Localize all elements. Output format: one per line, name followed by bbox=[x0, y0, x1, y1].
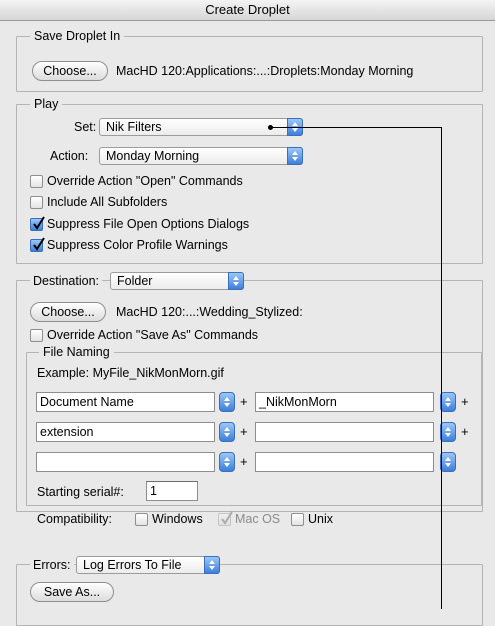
action-value: Monday Morning bbox=[106, 149, 200, 163]
errors-save-as-button[interactable]: Save As... bbox=[30, 582, 114, 602]
save-in-choose-button[interactable]: Choose... bbox=[32, 61, 108, 81]
annotation-pointer-vertical bbox=[441, 127, 442, 609]
compat-macos-label: Mac OS bbox=[235, 512, 281, 526]
set-value: Nik Filters bbox=[106, 120, 162, 134]
errors-label: Errors: bbox=[30, 557, 74, 573]
set-label: Set: bbox=[74, 120, 97, 134]
suppress-open-options-checkbox[interactable] bbox=[30, 216, 45, 231]
destination-popup-arrows-icon bbox=[228, 272, 244, 290]
checkmark-icon bbox=[221, 511, 233, 525]
naming-row3-left-field[interactable] bbox=[36, 452, 215, 472]
destination-label: Destination: bbox=[30, 273, 103, 289]
naming-row1-left-menu-icon[interactable] bbox=[219, 392, 235, 412]
naming-row2-left-field[interactable]: extension bbox=[36, 422, 215, 442]
include-subfolders-checkbox[interactable] bbox=[30, 196, 43, 209]
suppress-open-options-label: Suppress File Open Options Dialogs bbox=[47, 217, 250, 231]
override-save-as-label: Override Action "Save As" Commands bbox=[47, 328, 259, 342]
naming-row2-left-menu-icon[interactable] bbox=[219, 422, 235, 442]
compatibility-label: Compatibility: bbox=[37, 512, 113, 526]
override-open-label: Override Action "Open" Commands bbox=[47, 174, 243, 188]
annotation-pointer-dot bbox=[268, 125, 273, 130]
errors-popup-arrows-icon bbox=[204, 556, 220, 574]
errors-popup[interactable]: Log Errors To File bbox=[76, 556, 220, 574]
save-in-path: MacHD 120:Applications:...:Droplets:Mond… bbox=[116, 64, 414, 78]
destination-path: MacHD 120:...:Wedding_Stylized: bbox=[116, 305, 303, 319]
starting-serial-label: Starting serial#: bbox=[37, 485, 124, 499]
naming-row1-right-field[interactable]: _NikMonMorn bbox=[255, 392, 434, 412]
override-open-checkbox[interactable] bbox=[30, 175, 43, 188]
action-popup-arrows-icon bbox=[287, 147, 303, 165]
naming-row1-right-menu-icon[interactable] bbox=[440, 392, 456, 412]
naming-row1-plus-right: + bbox=[461, 394, 469, 409]
naming-row2-right-field[interactable] bbox=[255, 422, 434, 442]
destination-value: Folder bbox=[117, 274, 153, 288]
naming-row2-plus: + bbox=[240, 424, 248, 439]
checkmark-icon bbox=[33, 237, 45, 251]
checkmark-icon bbox=[33, 216, 45, 230]
compat-macos-checkbox bbox=[218, 511, 233, 526]
play-label: Play bbox=[30, 97, 63, 111]
naming-row3-right-field[interactable] bbox=[255, 452, 434, 472]
suppress-color-profile-label: Suppress Color Profile Warnings bbox=[47, 238, 228, 252]
destination-popup[interactable]: Folder bbox=[110, 272, 244, 290]
compat-windows-label: Windows bbox=[152, 512, 203, 526]
compat-unix-checkbox[interactable] bbox=[291, 513, 304, 526]
naming-row2-plus-right: + bbox=[461, 424, 469, 439]
save-droplet-in-label: Save Droplet In bbox=[30, 29, 125, 43]
annotation-pointer-horizontal bbox=[270, 127, 442, 128]
compat-unix-label: Unix bbox=[308, 512, 334, 526]
naming-row1-left-field[interactable]: Document Name bbox=[36, 392, 215, 412]
include-subfolders-label: Include All Subfolders bbox=[47, 195, 168, 209]
naming-row3-plus: + bbox=[240, 454, 248, 469]
naming-row2-right-menu-icon[interactable] bbox=[440, 422, 456, 442]
action-popup[interactable]: Monday Morning bbox=[99, 147, 303, 165]
naming-row3-left-menu-icon[interactable] bbox=[219, 452, 235, 472]
file-naming-example: Example: MyFile_NikMonMorn.gif bbox=[37, 366, 224, 380]
file-naming-label: File Naming bbox=[39, 345, 114, 359]
naming-row1-plus: + bbox=[240, 394, 248, 409]
destination-choose-button[interactable]: Choose... bbox=[30, 302, 106, 322]
suppress-color-profile-checkbox[interactable] bbox=[30, 237, 45, 252]
naming-row3-right-menu-icon[interactable] bbox=[440, 452, 456, 472]
errors-value: Log Errors To File bbox=[83, 558, 182, 572]
starting-serial-input[interactable]: 1 bbox=[146, 481, 198, 501]
window-title: Create Droplet bbox=[0, 0, 495, 21]
action-label: Action: bbox=[50, 149, 89, 163]
override-save-as-checkbox[interactable] bbox=[30, 329, 43, 342]
compat-windows-checkbox[interactable] bbox=[135, 513, 148, 526]
